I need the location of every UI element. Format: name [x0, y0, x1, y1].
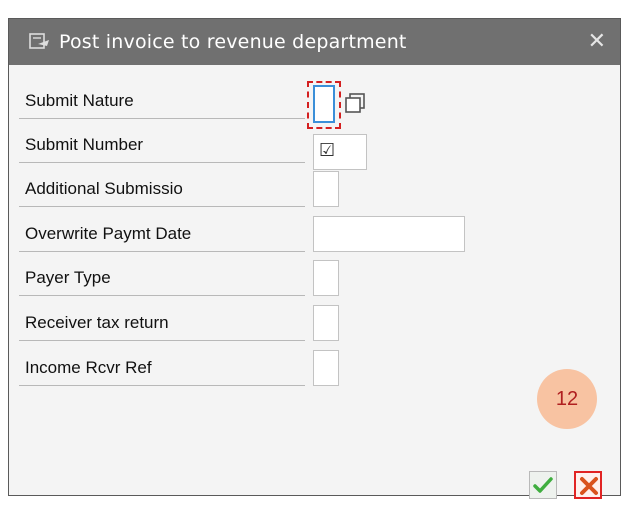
cancel-x-icon	[580, 477, 598, 495]
submit-nature-label: Submit Nature	[19, 83, 305, 119]
overwrite-paymt-date-label: Overwrite Paymt Date	[19, 216, 305, 252]
income-rcvr-ref-label: Income Rcvr Ref	[19, 350, 305, 386]
copy-icon[interactable]	[343, 91, 367, 115]
receiver-tax-return-field[interactable]	[313, 305, 339, 341]
payer-type-label: Payer Type	[19, 260, 305, 296]
entry-form-icon	[29, 33, 49, 49]
checkbox-checked-icon: ☑	[319, 140, 336, 161]
payer-type-field[interactable]	[313, 260, 339, 296]
post-invoice-dialog: Post invoice to revenue department ✕ Sub…	[8, 18, 621, 499]
overwrite-paymt-date-field[interactable]	[313, 216, 465, 252]
checkmark-icon	[533, 477, 553, 493]
dialog-titlebar: Post invoice to revenue department ✕	[9, 19, 620, 65]
additional-submission-field[interactable]	[313, 171, 339, 207]
submit-nature-field[interactable]	[313, 85, 335, 123]
close-icon[interactable]: ✕	[588, 31, 606, 53]
submit-number-checkbox[interactable]: ☑	[313, 134, 367, 170]
income-rcvr-ref-field[interactable]	[313, 350, 339, 386]
dialog-title: Post invoice to revenue department	[59, 31, 407, 53]
step-number-badge: 12	[537, 369, 597, 429]
confirm-button[interactable]	[529, 471, 557, 499]
additional-submission-label: Additional Submissio	[19, 171, 305, 207]
submit-number-label: Submit Number	[19, 127, 305, 163]
receiver-tax-return-label: Receiver tax return	[19, 305, 305, 341]
cancel-button[interactable]	[574, 471, 602, 499]
